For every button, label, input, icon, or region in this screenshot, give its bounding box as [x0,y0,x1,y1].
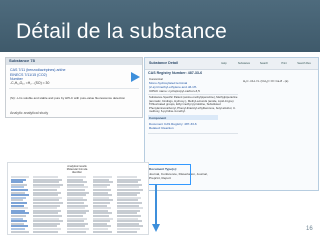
table-cell [93,230,112,233]
table-cell [67,230,86,233]
results-title: Analytical results Molecular formula Ide… [52,165,102,174]
toolbar-button-search-results[interactable]: Search Res [295,60,313,67]
detail-item: IUPAC name: cyclopropyl-carbon-3,5 [149,89,200,93]
page-number: 16 [306,226,313,232]
divider [9,88,139,89]
substance-summary-panel: Substance 78 CAS 7/11 (benzodiazépines) … [5,57,143,118]
arrow-down-shaft [155,184,157,226]
toolbar-button-print[interactable]: Print [275,60,293,67]
arrow-right-icon [131,72,140,82]
title-band: Détail de la substance [0,0,320,52]
toolbar-button-substance[interactable]: Substance [235,60,253,67]
cas-link[interactable]: CAS 7/11 (benzodiazépines) arkhe [10,68,65,72]
document-type-highlight [148,164,191,185]
substance-summary-header: Substance 78 [6,58,142,65]
substance-paragraph: Substance-Specific Patient (amine-methyl… [149,95,238,114]
detail-toolbar: Substance Detail Help Substance Search P… [145,58,318,70]
table-cell [117,230,137,233]
cas-registry-heading: CAS Registry Number: 487-33-6 [148,71,203,75]
divider [148,133,238,134]
arrow-down-icon [152,224,160,232]
results-title-line: Identifier [72,171,82,174]
table-row [11,230,145,233]
substance-description: (Si): -H is soluble and stable and pure … [10,96,126,100]
substance-formula: -C₇H₁₂O₁₀ =H₂ - (SO) = 30 [10,81,50,85]
analytical-results-panel: Analytical results Molecular formula Ide… [7,162,149,235]
slide-title: Détail de la substance [16,20,228,43]
substance-summary-header-label: Substance 78 [9,58,35,63]
toolbar-button-help[interactable]: Help [215,60,233,67]
table-cell [11,230,29,233]
toolbar-button-search[interactable]: Search [255,60,273,67]
table-cell [33,230,58,233]
related-reaction-link[interactable]: Related: Reaction [149,126,174,130]
detail-toolbar-label: Substance Detail [149,61,178,65]
slide: Détail de la substance Substance 78 CAS … [0,0,320,240]
analytic-study-text: Analytic analytical study [10,111,49,115]
structure-formula: H₂C -CH- N- (CH₂)= O= Ca-8 - (a) [243,79,289,83]
component-label: Component [149,116,167,120]
